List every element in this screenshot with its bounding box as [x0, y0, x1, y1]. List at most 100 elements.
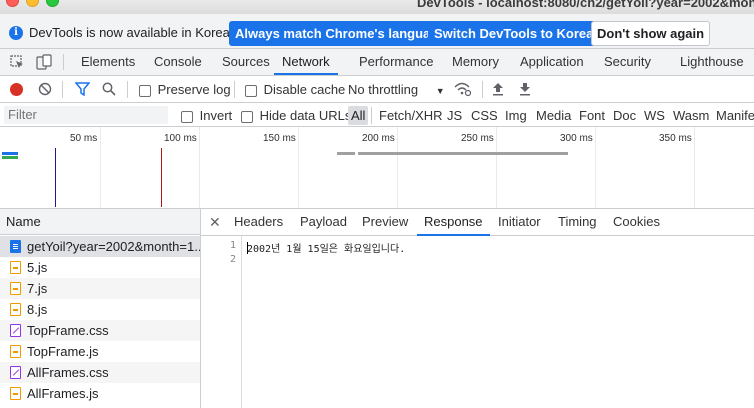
hide-data-urls-label: Hide data URLs	[259, 108, 352, 123]
request-row[interactable]: 8.js	[0, 299, 200, 320]
tab-preview[interactable]: Preview	[362, 209, 408, 236]
chevron-down-icon: ▼	[435, 86, 445, 96]
checkbox-box[interactable]	[245, 84, 257, 97]
search-icon[interactable]	[102, 82, 116, 99]
request-row[interactable]: AllFrames.css	[0, 362, 200, 383]
request-bar	[337, 152, 355, 155]
tab-console[interactable]: Console	[154, 49, 202, 75]
network-conditions-icon[interactable]	[454, 81, 472, 100]
type-filter-wasm[interactable]: Wasm	[673, 108, 709, 123]
tab-network[interactable]: Network	[274, 49, 338, 75]
line-number: 2	[229, 254, 236, 265]
toolbar-divider	[482, 81, 483, 98]
request-bar	[358, 152, 568, 155]
tab-performance[interactable]: Performance	[359, 49, 433, 75]
request-row[interactable]: getYoil?year=2002&month=1...	[0, 236, 200, 257]
request-name: TopFrame.js	[27, 344, 99, 359]
close-window-button[interactable]	[6, 0, 19, 7]
toolbar-divider	[62, 81, 63, 98]
type-filter-media[interactable]: Media	[536, 108, 571, 123]
request-name: 8.js	[27, 302, 48, 317]
filter-funnel-icon[interactable]	[74, 82, 91, 99]
zoom-window-button[interactable]	[46, 0, 59, 7]
tab-headers[interactable]: Headers	[234, 209, 283, 236]
throttling-select[interactable]: No throttling ▼	[348, 82, 445, 99]
always-match-language-button[interactable]: Always match Chrome's language	[229, 21, 452, 46]
timeline-gridline	[694, 127, 695, 208]
tab-payload[interactable]: Payload	[300, 209, 347, 236]
tab-application[interactable]: Application	[520, 49, 584, 75]
request-name: getYoil?year=2002&month=1...	[27, 239, 200, 254]
type-filter-ws[interactable]: WS	[644, 108, 665, 123]
language-infobar: i DevTools is now available in Korean! A…	[0, 14, 754, 49]
clear-icon[interactable]	[38, 82, 52, 99]
checkbox-box[interactable]	[139, 84, 151, 97]
infobar-message: DevTools is now available in Korean!	[29, 25, 241, 40]
request-row[interactable]: AllFrames.js	[0, 383, 200, 404]
tab-cookies[interactable]: Cookies	[613, 209, 660, 236]
preserve-log-checkbox[interactable]: Preserve log	[139, 82, 231, 97]
timeline-gridline	[496, 127, 497, 208]
filter-bar: Invert Hide data URLs All Fetch/XHR JS C…	[0, 103, 754, 127]
invert-label: Invert	[199, 108, 233, 123]
checkbox-box[interactable]	[241, 110, 253, 123]
detail-tab-bar: ✕ Headers Payload Preview Response Initi…	[201, 209, 754, 236]
request-row[interactable]: 7.js	[0, 278, 200, 299]
type-filter-all[interactable]: All	[348, 106, 369, 125]
tab-initiator[interactable]: Initiator	[498, 209, 541, 236]
disable-cache-checkbox[interactable]: Disable cache	[245, 82, 345, 97]
script-file-icon	[10, 345, 21, 358]
timeline-tick-label: 350 ms	[659, 133, 692, 144]
window-title-bar: DevTools - localhost:8080/ch2/getYoil?ye…	[0, 0, 754, 14]
response-line[interactable]: 2002년 1월 15일은 화요일입니다.	[247, 240, 405, 255]
tab-response[interactable]: Response	[417, 209, 490, 236]
type-filter-js[interactable]: JS	[447, 108, 462, 123]
timeline-tick-label: 100 ms	[164, 133, 197, 144]
tab-sources[interactable]: Sources	[222, 49, 270, 75]
tab-security[interactable]: Security	[604, 49, 651, 75]
timeline-gridline	[199, 127, 200, 208]
toolbar-divider	[234, 81, 235, 98]
tab-timing[interactable]: Timing	[558, 209, 597, 236]
timeline-tick-label: 50 ms	[70, 133, 98, 144]
device-toolbar-icon[interactable]	[36, 54, 52, 73]
tab-memory[interactable]: Memory	[452, 49, 499, 75]
dont-show-again-button[interactable]: Don't show again	[591, 21, 711, 46]
record-button[interactable]	[10, 83, 23, 96]
type-filter-fetch-xhr[interactable]: Fetch/XHR	[379, 108, 443, 123]
type-filter-doc[interactable]: Doc	[613, 108, 636, 123]
timeline-tick-label: 150 ms	[263, 133, 296, 144]
network-toolbar: Preserve log Disable cache No throttling…	[0, 76, 754, 103]
checkbox-box[interactable]	[181, 110, 193, 123]
dom-content-loaded-marker	[55, 148, 56, 207]
request-row[interactable]: TopFrame.css	[0, 320, 200, 341]
network-overview-timeline[interactable]: 50 ms 100 ms 150 ms 200 ms 250 ms 300 ms…	[0, 127, 754, 209]
type-filter-css[interactable]: CSS	[471, 108, 498, 123]
inspect-element-icon[interactable]	[10, 55, 24, 72]
hide-data-urls-checkbox[interactable]: Hide data URLs	[241, 108, 351, 123]
minimize-window-button[interactable]	[26, 0, 39, 7]
request-bar	[2, 152, 18, 155]
timeline-gridline	[595, 127, 596, 208]
invert-checkbox[interactable]: Invert	[181, 108, 232, 123]
import-har-icon[interactable]	[492, 82, 504, 99]
name-column-header[interactable]: Name	[0, 209, 200, 235]
switch-to-korean-button[interactable]: Switch DevTools to Korean	[428, 21, 608, 46]
request-row[interactable]: 5.js	[0, 257, 200, 278]
type-filter-img[interactable]: Img	[505, 108, 527, 123]
preserve-log-label: Preserve log	[157, 82, 231, 97]
type-filter-font[interactable]: Font	[579, 108, 605, 123]
tab-lighthouse[interactable]: Lighthouse	[680, 49, 744, 75]
close-icon[interactable]: ✕	[209, 209, 221, 235]
window-title: DevTools - localhost:8080/ch2/getYoil?ye…	[417, 0, 754, 10]
export-har-icon[interactable]	[519, 82, 531, 99]
request-row[interactable]: TopFrame.js	[0, 341, 200, 362]
throttling-value: No throttling	[348, 82, 419, 97]
request-name: 7.js	[27, 281, 48, 296]
filter-input[interactable]	[4, 106, 168, 124]
type-filter-manifest[interactable]: Manifest	[716, 108, 754, 123]
tab-elements[interactable]: Elements	[81, 49, 135, 75]
timeline-tick-label: 300 ms	[560, 133, 593, 144]
tab-divider	[63, 54, 64, 70]
timeline-gridline	[298, 127, 299, 208]
